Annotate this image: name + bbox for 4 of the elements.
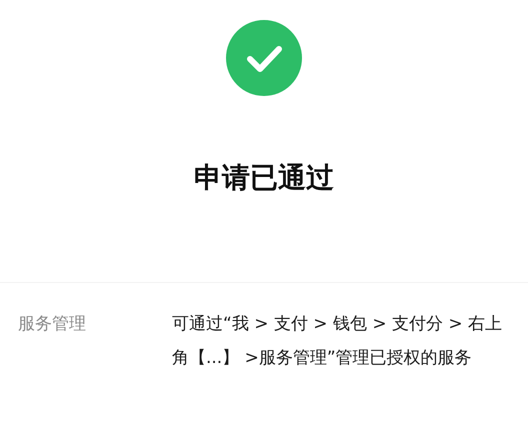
status-title: 申请已通过 bbox=[194, 160, 334, 196]
detail-value: 可通过“我 > 支付 > 钱包 > 支付分 > 右上角【...】 >服务管理”管理已授权的服务 bbox=[172, 313, 502, 370]
success-check-icon bbox=[226, 20, 302, 96]
detail-label: 服务管理 bbox=[18, 313, 87, 336]
